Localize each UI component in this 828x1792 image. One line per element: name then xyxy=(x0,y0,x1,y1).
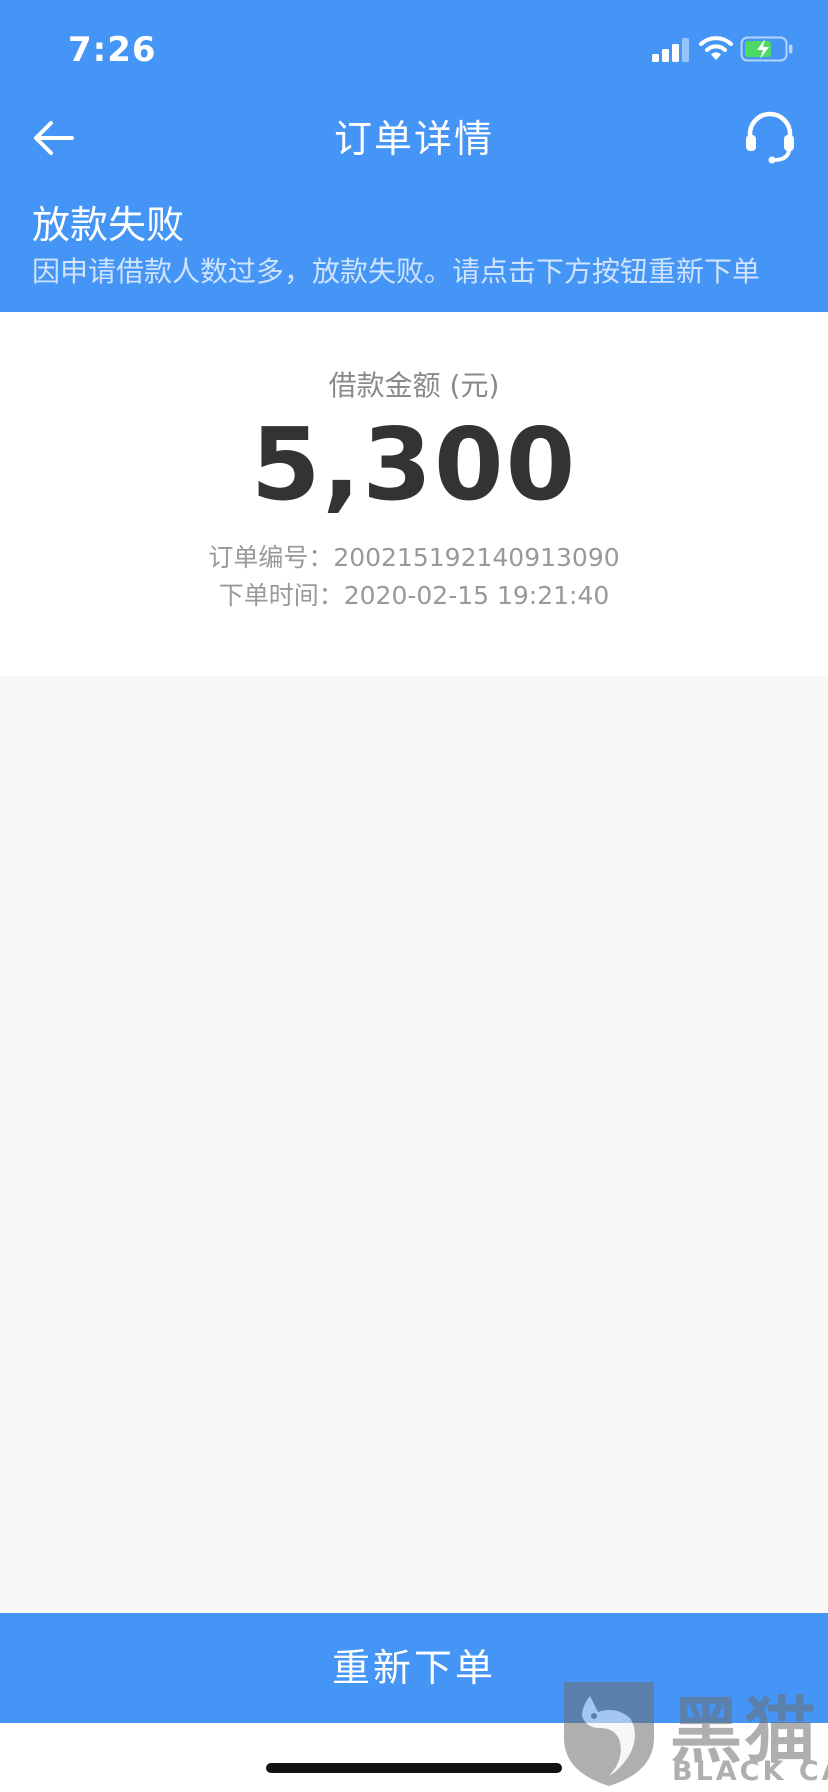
page-title: 订单详情 xyxy=(333,117,494,161)
order-number: 订单编号：200215192140913090 xyxy=(208,543,620,572)
order-time: 下单时间：2020-02-15 19:21:40 xyxy=(218,581,610,610)
customer-service-button[interactable] xyxy=(740,106,800,166)
battery-charging-icon xyxy=(740,36,793,62)
order-status-title: 放款失败 xyxy=(32,203,185,247)
loan-amount-label: 借款金额 (元) xyxy=(328,369,500,402)
signal-icon xyxy=(652,38,689,62)
black-cat-logo-icon xyxy=(564,1682,654,1786)
headset-icon xyxy=(746,111,794,164)
home-indicator[interactable] xyxy=(266,1763,562,1773)
wifi-icon xyxy=(699,36,733,60)
watermark-text-en: BLACK CAT xyxy=(672,1756,828,1787)
status-bar: 7:26 xyxy=(0,0,828,96)
black-cat-watermark: 黑猫 BLACK CAT xyxy=(560,1672,828,1792)
loan-summary-card: 借款金额 (元) 5,300 订单编号：200215192140913090 下… xyxy=(0,312,828,676)
loan-amount-value: 5,300 xyxy=(250,406,578,523)
order-status-description: 因申请借款人数过多，放款失败。请点击下方按钮重新下单 xyxy=(32,255,761,288)
status-time: 7:26 xyxy=(68,30,157,70)
navigation-bar: 订单详情 xyxy=(0,96,828,188)
